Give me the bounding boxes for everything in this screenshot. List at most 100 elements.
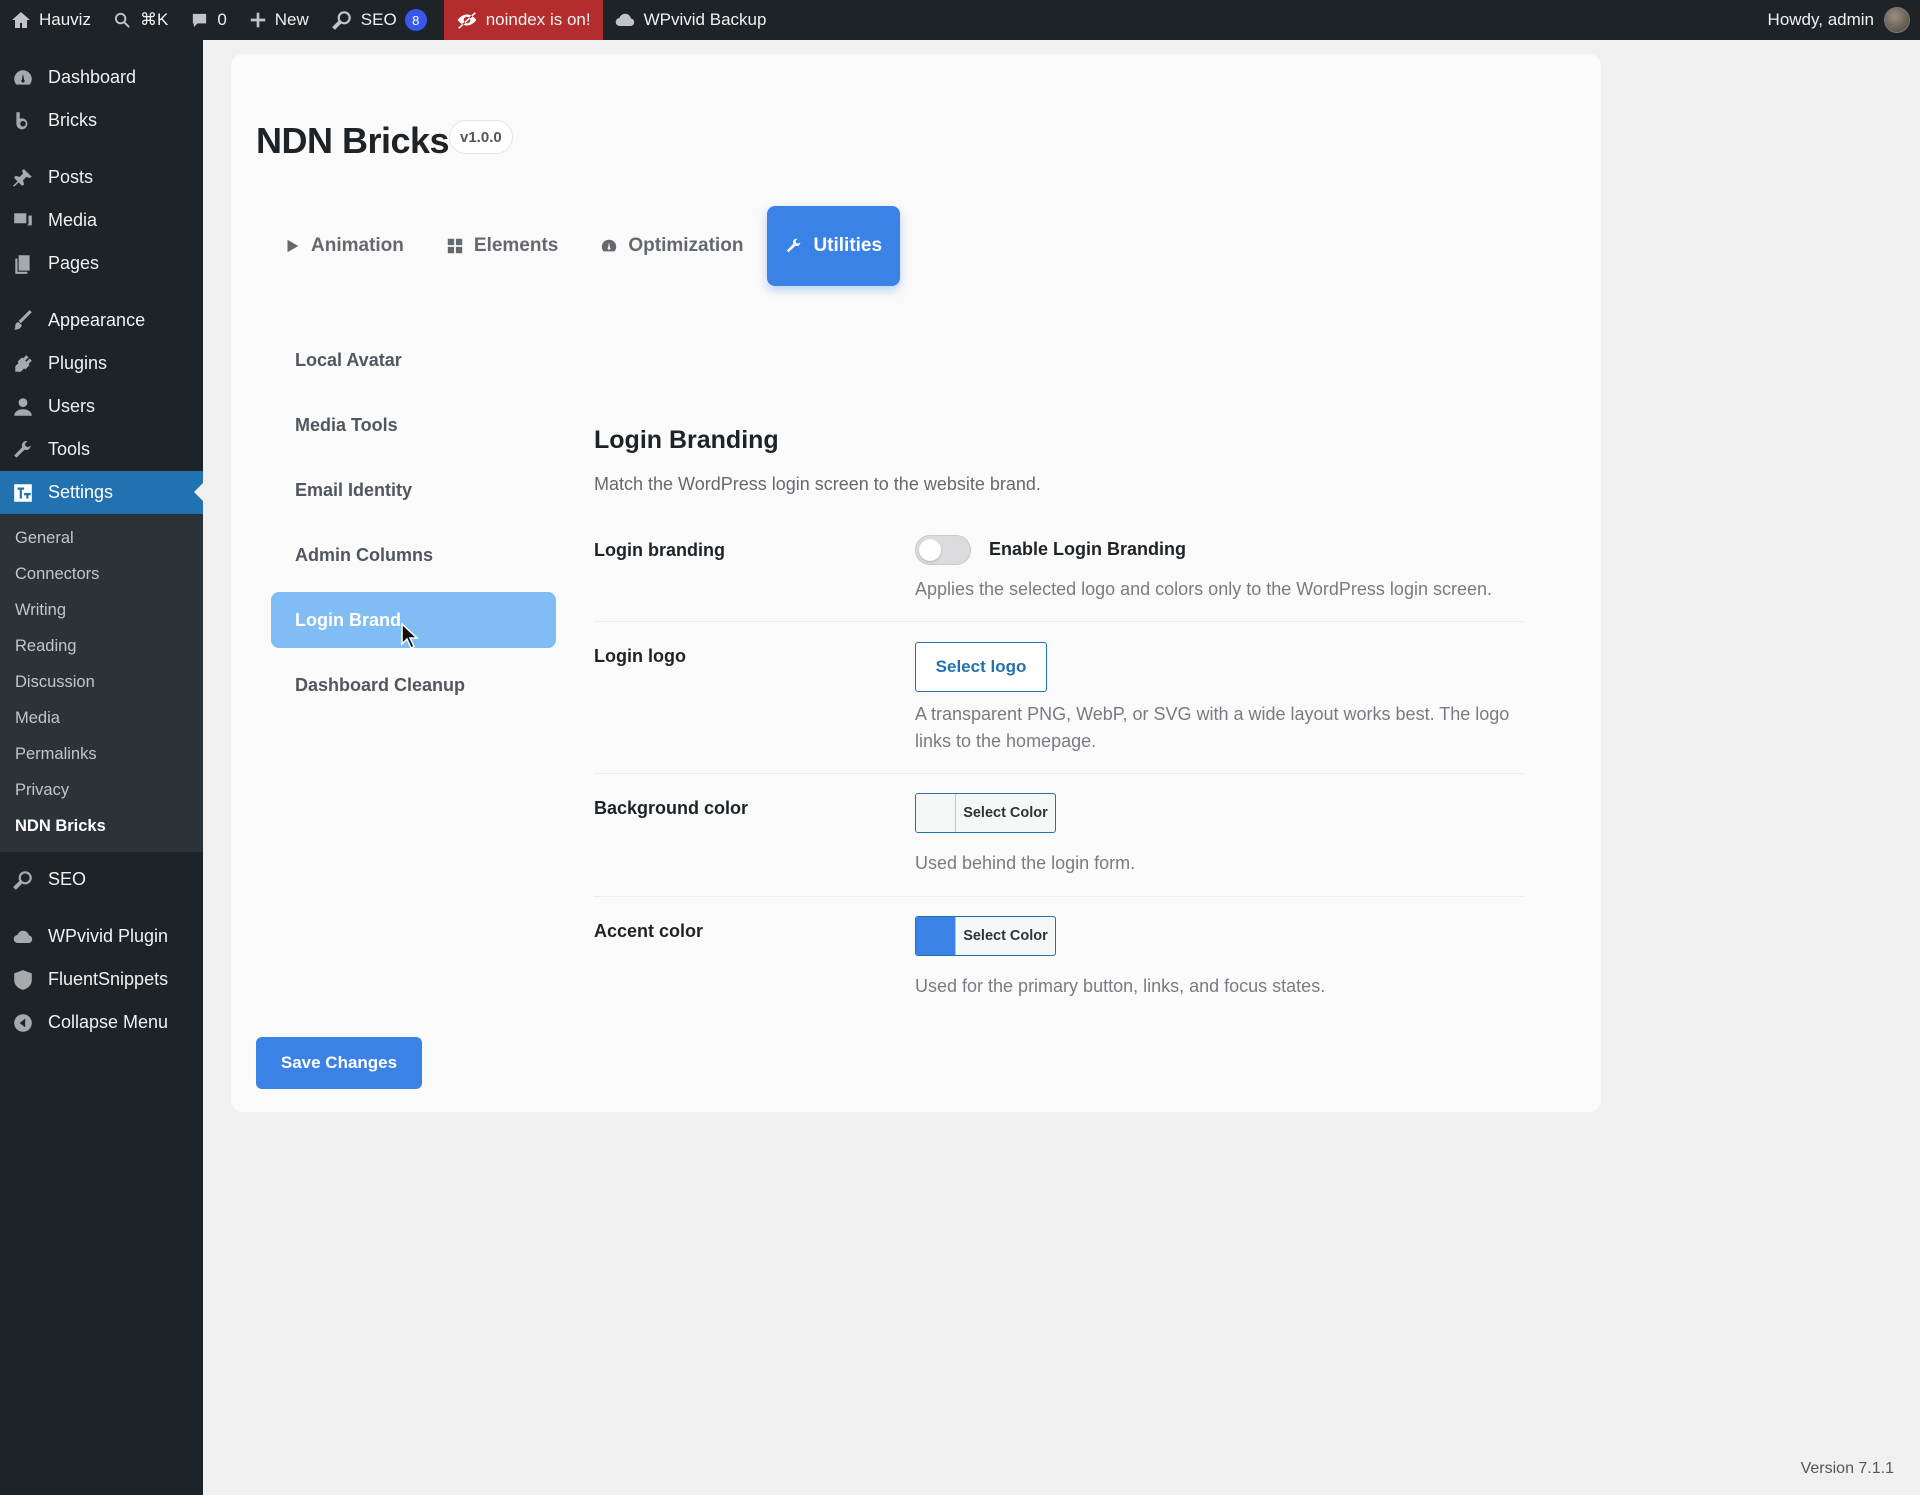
new-content-link[interactable]: New (238, 0, 320, 40)
admin-bar: Hauviz ⌘K 0 New SEO 8 noindex is on! WPv… (0, 0, 1920, 40)
comments-count: 0 (217, 10, 227, 29)
bg-color-help: Used behind the login form. (915, 853, 1136, 873)
account-menu[interactable]: Howdy, admin (1768, 7, 1920, 33)
menu-seo-label: SEO (48, 869, 87, 889)
shield-icon (14, 969, 32, 990)
tab-optimization[interactable]: Optimization (582, 206, 761, 286)
submenu-discussion[interactable]: Discussion (0, 664, 203, 700)
subnav-admin-columns[interactable]: Admin Columns (271, 527, 556, 583)
bg-select-color-label: Select Color (963, 805, 1048, 821)
menu-users[interactable]: Users (0, 385, 203, 428)
submenu-reading[interactable]: Reading (0, 628, 203, 664)
tab-utilities-label: Utilities (813, 235, 883, 256)
toggle-knob (919, 539, 941, 561)
login-logo-label: Login logo (594, 646, 686, 666)
tab-elements-label: Elements (473, 235, 559, 256)
grid-icon (447, 238, 463, 254)
menu-pages[interactable]: Pages (0, 242, 203, 285)
menu-dashboard[interactable]: Dashboard (0, 56, 203, 99)
site-name: Hauviz (39, 10, 91, 29)
search-shortcut[interactable]: ⌘K (102, 0, 179, 40)
gauge-icon (602, 239, 617, 252)
cloud-icon (13, 930, 33, 943)
noindex-warning[interactable]: noindex is on! (443, 0, 603, 40)
accent-color-help: Used for the primary button, links, and … (915, 976, 1326, 996)
menu-seo[interactable]: SEO (0, 858, 203, 901)
brush-icon (14, 309, 32, 330)
menu-settings[interactable]: Settings (0, 471, 203, 514)
menu-collapse[interactable]: Collapse Menu (0, 1001, 203, 1044)
login-branding-panel: Login Branding Match the WordPress login… (557, 336, 1557, 1016)
divider (594, 773, 1524, 774)
menu-fluentsnippets-label: FluentSnippets (48, 969, 169, 989)
site-home-link[interactable]: Hauviz (0, 0, 102, 40)
submenu-ndn-bricks[interactable]: NDN Bricks (0, 808, 203, 844)
tab-animation[interactable]: Animation (265, 206, 422, 286)
menu-plugins[interactable]: Plugins (0, 342, 203, 385)
wpvivid-backup-link[interactable]: WPvivid Backup (603, 0, 778, 40)
dashboard-icon (14, 69, 32, 85)
mouse-cursor-icon (401, 622, 419, 650)
menu-tools[interactable]: Tools (0, 428, 203, 471)
bg-color-swatch (916, 794, 956, 832)
menu-wpvivid[interactable]: WPvivid Plugin (0, 915, 203, 958)
version-badge: v1.0.0 (449, 120, 513, 154)
panel-description: Match the WordPress login screen to the … (594, 474, 1041, 494)
tab-animation-label: Animation (311, 235, 404, 256)
menu-bricks[interactable]: Bricks (0, 99, 203, 142)
plus-icon (250, 12, 265, 28)
subnav-dashboard-cleanup[interactable]: Dashboard Cleanup (271, 657, 556, 713)
tab-optimization-label: Optimization (628, 235, 744, 256)
howdy-text: Howdy, admin (1767, 10, 1874, 29)
submenu-permalinks[interactable]: Permalinks (0, 736, 203, 772)
pages-icon (15, 254, 30, 274)
submenu-connectors[interactable]: Connectors (0, 556, 203, 592)
submenu-privacy[interactable]: Privacy (0, 772, 203, 808)
submenu-general[interactable]: General (0, 520, 203, 556)
menu-appearance[interactable]: Appearance (0, 299, 203, 342)
menu-fluentsnippets[interactable]: FluentSnippets (0, 958, 203, 1001)
search-icon (114, 12, 130, 28)
submenu-writing[interactable]: Writing (0, 592, 203, 628)
media-icon (14, 212, 32, 225)
backup-label: WPvivid Backup (643, 10, 767, 29)
tab-elements[interactable]: Elements (428, 206, 576, 286)
play-icon (287, 239, 299, 253)
subnav-local-avatar[interactable]: Local Avatar (271, 332, 556, 388)
menu-appearance-label: Appearance (48, 310, 146, 330)
menu-pages-label: Pages (48, 253, 100, 273)
login-branding-toggle[interactable] (915, 535, 971, 565)
select-logo-button[interactable]: Select logo (915, 642, 1047, 692)
menu-media[interactable]: Media (0, 199, 203, 242)
submenu-media[interactable]: Media (0, 700, 203, 736)
menu-bricks-label: Bricks (48, 110, 97, 130)
wrench-icon (14, 440, 31, 458)
menu-settings-label: Settings (48, 482, 114, 502)
subnav-email-identity[interactable]: Email Identity (271, 462, 556, 518)
menu-users-label: Users (48, 396, 96, 416)
accent-color-picker[interactable]: Select Color (915, 916, 1056, 956)
login-logo-help: A transparent PNG, WebP, or SVG with a w… (915, 704, 1510, 751)
tab-utilities[interactable]: Utilities (767, 206, 901, 286)
bg-color-picker[interactable]: Select Color (915, 793, 1056, 833)
utilities-subnav: Local Avatar Media Tools Email Identity … (271, 332, 556, 722)
wrench-icon (787, 238, 801, 253)
seo-link[interactable]: SEO 8 (320, 0, 438, 40)
plug-icon (15, 354, 32, 372)
eye-slash-icon (457, 12, 477, 29)
accent-color-swatch (916, 917, 956, 955)
comments-link[interactable]: 0 (179, 0, 237, 40)
seo-label: SEO (360, 10, 397, 29)
noindex-label: noindex is on! (485, 10, 591, 29)
divider (594, 896, 1524, 897)
accent-color-label: Accent color (594, 921, 704, 941)
settings-submenu: General Connectors Writing Reading Discu… (0, 514, 203, 852)
cloud-icon (615, 13, 634, 27)
save-changes-button[interactable]: Save Changes (256, 1037, 422, 1089)
seo-icon (331, 11, 351, 30)
admin-sidebar: Dashboard Bricks Posts Media Pages Appea… (0, 40, 203, 1495)
login-branding-label: Login branding (594, 540, 725, 560)
toggle-label: Enable Login Branding (989, 539, 1186, 559)
subnav-media-tools[interactable]: Media Tools (271, 397, 556, 453)
menu-posts[interactable]: Posts (0, 156, 203, 199)
